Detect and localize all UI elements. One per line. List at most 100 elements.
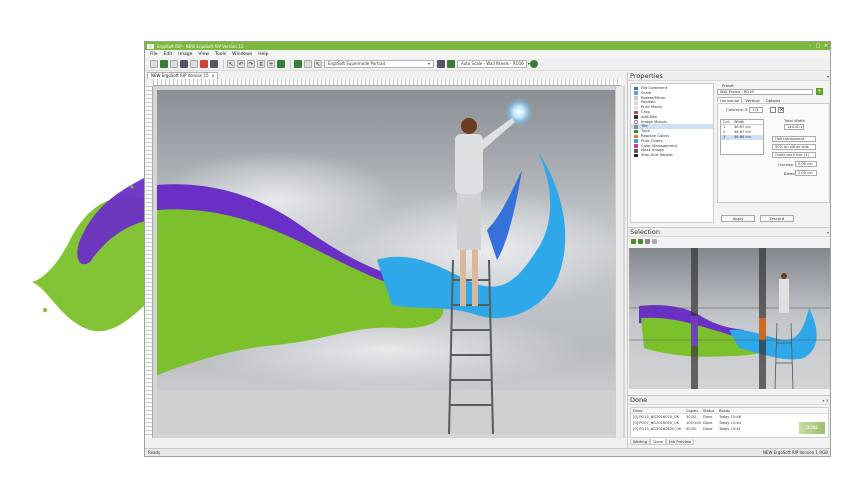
columns-stepper[interactable]: 1/3 [749, 106, 764, 113]
pointer-icon[interactable]: ↖ [314, 60, 322, 68]
document-tabs: NEW ErgoSoft RIP Version 15 x [145, 72, 625, 79]
close-button[interactable]: ✕ [822, 42, 830, 50]
fit-icon[interactable] [277, 60, 285, 68]
open-icon[interactable] [160, 60, 168, 68]
vertical-scrollbar[interactable] [615, 86, 623, 438]
header-ready: Ready [719, 409, 731, 413]
header-copies: Copies [686, 409, 699, 413]
overlap-input[interactable]: 0.00 cm [795, 160, 817, 167]
done-jobs-table: Done Copies Status Ready [0] PO15_NG2016… [630, 407, 829, 438]
cut-line-select[interactable]: Outer each line (1) [772, 151, 816, 158]
menu-bar: File Edit Image View Tools Windows Help [145, 50, 830, 58]
done-panel: Done ▾ ✕ Done Copies Status Ready [0] PO… [628, 395, 830, 448]
width-header: Width [734, 119, 745, 124]
tab-waiting[interactable]: Waiting [630, 439, 651, 445]
header-done: Done [633, 409, 643, 413]
status-info: NEW ErgoSoft RIP Version 1 RGB [762, 450, 828, 455]
document-tab-label: NEW ErgoSoft RIP Version 15 [151, 73, 209, 78]
rotate-icon [634, 96, 638, 100]
main-toolbar: ↖ ↶ ↷ ⇕ + ↖ ErgoSoft Supermode Portrait … [145, 58, 830, 71]
menu-help[interactable]: Help [258, 52, 268, 57]
minimize-button[interactable]: – [806, 42, 814, 50]
close-tab-icon[interactable]: x [212, 73, 214, 78]
crop-tool-icon[interactable] [645, 239, 650, 244]
bleed-input[interactable]: 2.00 cm [795, 169, 817, 176]
menu-edit[interactable]: Edit [164, 52, 173, 57]
job-status: Done [703, 427, 713, 431]
pin-icon[interactable]: ▾ [827, 230, 829, 235]
position-icon [634, 100, 638, 105]
header-status: Status [703, 409, 715, 413]
menu-view[interactable]: View [198, 52, 209, 57]
palette-icon[interactable] [447, 60, 455, 68]
mask-icon [634, 148, 638, 153]
printer-dropdown[interactable]: ErgoSoft Supermode Portrait ▾ [324, 60, 434, 68]
move-icon[interactable]: ↖ [227, 60, 235, 68]
gear-icon[interactable] [530, 60, 538, 68]
menu-tools[interactable]: Tools [215, 52, 226, 57]
flip-icon[interactable]: ⇕ [257, 60, 265, 68]
prop-step-and-repeat[interactable]: Step And Repeat [631, 152, 713, 158]
new-icon[interactable] [150, 60, 158, 68]
overlap-mode-select[interactable]: Half transparent [772, 135, 816, 142]
total-width-value[interactable]: 140.00 cm [784, 123, 804, 130]
done-badge: DONE [799, 422, 825, 434]
bleed-label: Bleed [784, 170, 795, 176]
apply-button[interactable]: Apply [721, 215, 755, 222]
margin-icon [634, 120, 638, 124]
save-icon[interactable] [170, 60, 178, 68]
job-copies: 50/50 [686, 427, 697, 431]
printer-icon[interactable] [180, 60, 188, 68]
table-row[interactable]: 3 46.66 cm [721, 134, 763, 140]
selection-preview[interactable] [629, 248, 831, 389]
pin-icon[interactable]: ▾ [827, 74, 829, 79]
print-canvas[interactable] [153, 86, 625, 438]
col-width: 46.66 cm [734, 134, 751, 139]
reset-icon[interactable] [770, 106, 777, 113]
vertical-ruler [145, 86, 153, 438]
tab-done[interactable]: Done [650, 439, 667, 445]
rotate-left-icon[interactable]: ↶ [237, 60, 245, 68]
select-tool-icon[interactable] [631, 239, 636, 244]
overlap-label: Overlap [778, 161, 793, 167]
app-logo-icon: E [147, 43, 154, 49]
add-preset-icon[interactable]: + [816, 88, 823, 95]
panel-controls[interactable]: ▾ ✕ [822, 398, 829, 403]
column-width-table: Col... Width 1 46.67 cm 2 46.67 cm 3 46.… [720, 118, 764, 155]
printer-dropdown-value: ErgoSoft Supermode Portrait [328, 61, 386, 66]
layout-icon[interactable] [304, 60, 312, 68]
clear-icon[interactable]: × [778, 106, 785, 113]
col-index: 3 [723, 134, 726, 139]
hand-icon[interactable] [652, 239, 657, 244]
zoom-tool-icon[interactable] [638, 239, 643, 244]
menu-file[interactable]: File [150, 52, 158, 57]
selection-title: Selection [630, 228, 660, 236]
preset-select[interactable]: Wall Panels - RO16 [717, 88, 813, 95]
stop-icon[interactable] [200, 60, 208, 68]
overlap-side-select[interactable]: 50% on either side [772, 143, 816, 150]
tile-mode-dropdown[interactable]: Auto Scale - Wall Panels - RO16 ▾ [457, 60, 530, 68]
replace-colors-icon [634, 134, 638, 139]
prop-label: Step And Repeat [641, 152, 673, 158]
step-repeat-icon [634, 153, 638, 158]
columns-label: Columns: 3 [726, 107, 748, 112]
print-icon[interactable] [190, 60, 198, 68]
pure-colors-icon [634, 139, 638, 143]
tile-icon [634, 124, 638, 129]
color-icon[interactable] [437, 60, 445, 68]
properties-header: Properties ▾ [628, 72, 830, 81]
tab-job-preview[interactable]: Job Preview [666, 439, 695, 445]
rotate-right-icon[interactable]: ↷ [247, 60, 255, 68]
horizontal-settings: Columns: 3 1/3 × Col... Width 1 46.67 cm… [717, 102, 830, 203]
discard-button[interactable]: Discard [760, 215, 794, 222]
menu-image[interactable]: Image [178, 52, 192, 57]
queue-icon[interactable] [210, 60, 218, 68]
printer-select-icon[interactable] [294, 60, 302, 68]
artwork-image [157, 90, 617, 434]
maximize-button[interactable]: □ [814, 42, 822, 50]
crosshair-icon[interactable]: + [267, 60, 275, 68]
scale-icon [634, 91, 638, 95]
document-tab[interactable]: NEW ErgoSoft RIP Version 15 x [147, 72, 219, 79]
window-title: ErgoSoft RIP - NEW ErgoSoft RIP Version … [157, 43, 244, 49]
menu-windows[interactable]: Windows [232, 52, 252, 57]
